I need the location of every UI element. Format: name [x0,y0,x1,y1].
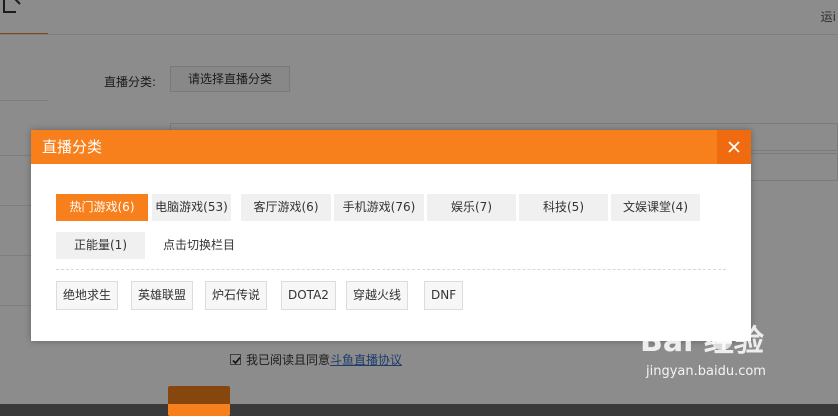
game-item-crossfire[interactable]: 穿越火线 [346,281,409,310]
game-item-dnf[interactable]: DNF [424,281,464,310]
tab-console-games[interactable]: 客厅游戏(6) [241,194,331,221]
baidu-jingyan-watermark: Bai 经验 jingyan.baidu.com [640,316,838,386]
switch-column-hint: 点击切换栏目 [162,238,235,252]
watermark-url: jingyan.baidu.com [646,364,766,379]
watermark-brand: Bai 经验 [640,324,764,359]
game-item-hearthstone[interactable]: 炉石传说 [205,281,268,310]
game-item-lol[interactable]: 英雄联盟 [131,281,194,310]
game-item-dota2[interactable]: DOTA2 [281,281,336,310]
category-modal: 直播分类 热门游戏(6) 电脑游戏(53) 客厅游戏(6) 手机游戏(76) 娱… [31,130,751,341]
tab-hot-games[interactable]: 热门游戏(6) [56,194,148,221]
tab-culture-class[interactable]: 文娱课堂(4) [611,194,700,221]
close-button[interactable] [717,130,751,164]
section-divider [56,269,726,270]
tab-technology[interactable]: 科技(5) [519,194,608,221]
tab-mobile-games[interactable]: 手机游戏(76) [334,194,424,221]
tab-entertainment[interactable]: 娱乐(7) [427,194,516,221]
close-icon [728,141,740,153]
modal-title: 直播分类 [42,138,103,156]
modal-header: 直播分类 [31,130,751,164]
tab-positive-energy[interactable]: 正能量(1) [56,232,145,259]
tab-pc-games[interactable]: 电脑游戏(53) [152,194,231,221]
game-item-pubg[interactable]: 绝地求生 [56,281,119,310]
